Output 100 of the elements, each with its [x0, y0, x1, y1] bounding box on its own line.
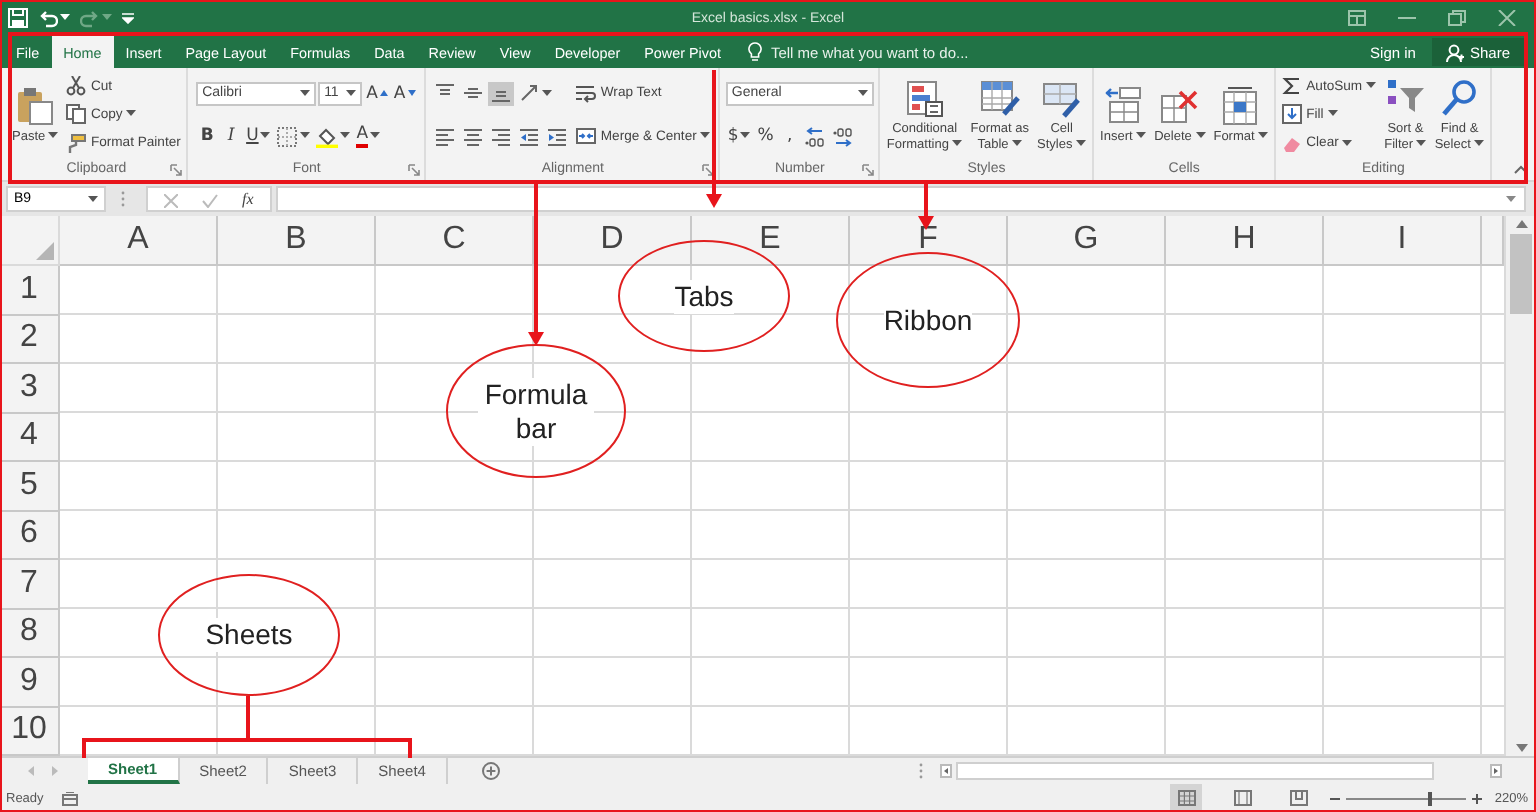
zoom-in-button[interactable]	[1472, 793, 1483, 803]
ribbon-icon-button[interactable]	[460, 124, 487, 149]
ribbon-icon-button[interactable]	[432, 124, 459, 149]
grow-font-button[interactable]: A	[364, 81, 390, 106]
caret-icon	[1342, 139, 1353, 148]
decrease-indent-icon	[518, 125, 541, 148]
clipboard-icon	[15, 85, 56, 125]
insert-function-button[interactable]: fx	[242, 190, 254, 208]
dialog-launcher-icon	[702, 163, 715, 175]
row-header[interactable]: 2	[0, 315, 60, 364]
caret-up-icon	[1515, 220, 1527, 228]
close-button[interactable]	[1498, 10, 1516, 26]
ribbon-display-button[interactable]	[1348, 10, 1366, 26]
ribbon-icon-button[interactable]	[516, 124, 543, 149]
caret-icon	[1195, 131, 1206, 139]
number-style-button[interactable]: %	[754, 124, 777, 149]
column-header[interactable]: D	[534, 216, 692, 266]
close-icon	[164, 193, 178, 207]
save-icon	[8, 8, 28, 28]
scroll-down-button[interactable]	[1515, 744, 1527, 752]
wrap-text-icon	[576, 83, 597, 104]
shrink-font-button[interactable]: A	[391, 81, 418, 106]
row-header[interactable]: 6	[0, 511, 60, 560]
callout-text: Ribbon	[883, 303, 973, 337]
ribbon-icon-button[interactable]	[830, 124, 857, 149]
undo-button[interactable]	[38, 8, 70, 28]
search-icon	[1439, 77, 1480, 117]
row-header[interactable]: 5	[0, 462, 60, 511]
ribbon-icon-button[interactable]	[544, 124, 571, 149]
zoom-slider-thumb[interactable]	[1428, 791, 1433, 805]
format-cells-icon	[1220, 85, 1261, 125]
column-header[interactable]: I	[1324, 216, 1482, 266]
save-button[interactable]	[8, 8, 28, 28]
caret-left-icon	[28, 766, 34, 776]
caret-icon	[1136, 131, 1147, 139]
column-header[interactable]: A	[60, 216, 218, 266]
caret-up-icon	[379, 90, 388, 97]
caret-icon	[88, 195, 98, 203]
align-left-icon	[434, 125, 457, 148]
scrollbar-thumb[interactable]	[956, 762, 1434, 780]
formula-input[interactable]	[275, 186, 1526, 212]
lightbulb-icon	[748, 42, 763, 62]
ribbon-icon-button[interactable]	[802, 124, 829, 149]
caret-icon	[300, 89, 311, 98]
italic-button[interactable]: I	[220, 124, 243, 149]
conditional-format-icon	[904, 77, 945, 117]
ribbon-icon-button[interactable]	[314, 124, 353, 149]
drag-handle-icon	[918, 762, 924, 780]
ribbon-icon-button[interactable]	[488, 124, 515, 149]
grid-icon	[1177, 790, 1196, 806]
customize-toolbar-button[interactable]	[122, 12, 134, 24]
ribbon-icon-button[interactable]	[516, 81, 555, 106]
row-header[interactable]: 9	[0, 658, 60, 707]
column-header[interactable]: B	[218, 216, 376, 266]
normal-view-button[interactable]	[1170, 784, 1203, 812]
caret-icon	[1506, 195, 1516, 203]
sort-filter-icon	[1385, 77, 1426, 117]
cell-grid[interactable]	[60, 266, 1504, 756]
row-header[interactable]: 3	[0, 364, 60, 413]
caret-icon	[126, 110, 137, 119]
new-sheet-button[interactable]	[481, 758, 500, 784]
number-style-button[interactable]: ,	[778, 124, 801, 149]
orientation-icon	[518, 82, 541, 105]
row-header[interactable]: 1	[0, 266, 60, 315]
column-header[interactable]: H	[1166, 216, 1324, 266]
scroll-left-button[interactable]	[940, 764, 952, 778]
bold-button[interactable]: B	[196, 124, 219, 149]
scrollbar-thumb[interactable]	[1510, 234, 1532, 314]
row-header[interactable]: 10	[0, 707, 60, 756]
plus-circle-icon	[481, 762, 500, 780]
caret-icon	[407, 90, 416, 97]
paintbrush-icon	[66, 133, 87, 154]
scroll-up-button[interactable]	[1515, 220, 1527, 228]
ribbon-icon-button[interactable]	[274, 124, 313, 149]
caret-icon	[1366, 82, 1377, 91]
column-header[interactable]: C	[376, 216, 534, 266]
macro-record-button[interactable]	[61, 791, 78, 805]
row-header[interactable]: 4	[0, 413, 60, 462]
increase-decimal-icon	[804, 125, 827, 148]
ribbon-icon-button[interactable]	[488, 81, 515, 106]
table-style-icon	[979, 77, 1020, 117]
scroll-right-button[interactable]	[1490, 764, 1502, 778]
restore-button[interactable]	[1448, 10, 1466, 26]
row-header[interactable]: 8	[0, 609, 60, 658]
row-header[interactable]: 7	[0, 560, 60, 609]
column-header[interactable]: G	[1008, 216, 1166, 266]
sigma-icon	[1282, 76, 1303, 97]
zoom-out-button[interactable]	[1330, 793, 1341, 803]
font-color-button[interactable]: A	[354, 124, 383, 149]
column-header[interactable]: E	[692, 216, 850, 266]
number-style-button[interactable]: $	[725, 124, 753, 149]
caret-left-icon	[940, 764, 952, 778]
arrow	[706, 70, 722, 208]
caret-icon	[1076, 139, 1087, 147]
triangle-icon	[36, 242, 54, 260]
underline-button[interactable]: U	[244, 124, 273, 149]
dialog-launcher-icon	[170, 163, 183, 175]
caret-icon	[740, 132, 751, 141]
column-header[interactable]: F	[850, 216, 1008, 266]
collapse-ribbon-icon	[1514, 164, 1528, 174]
